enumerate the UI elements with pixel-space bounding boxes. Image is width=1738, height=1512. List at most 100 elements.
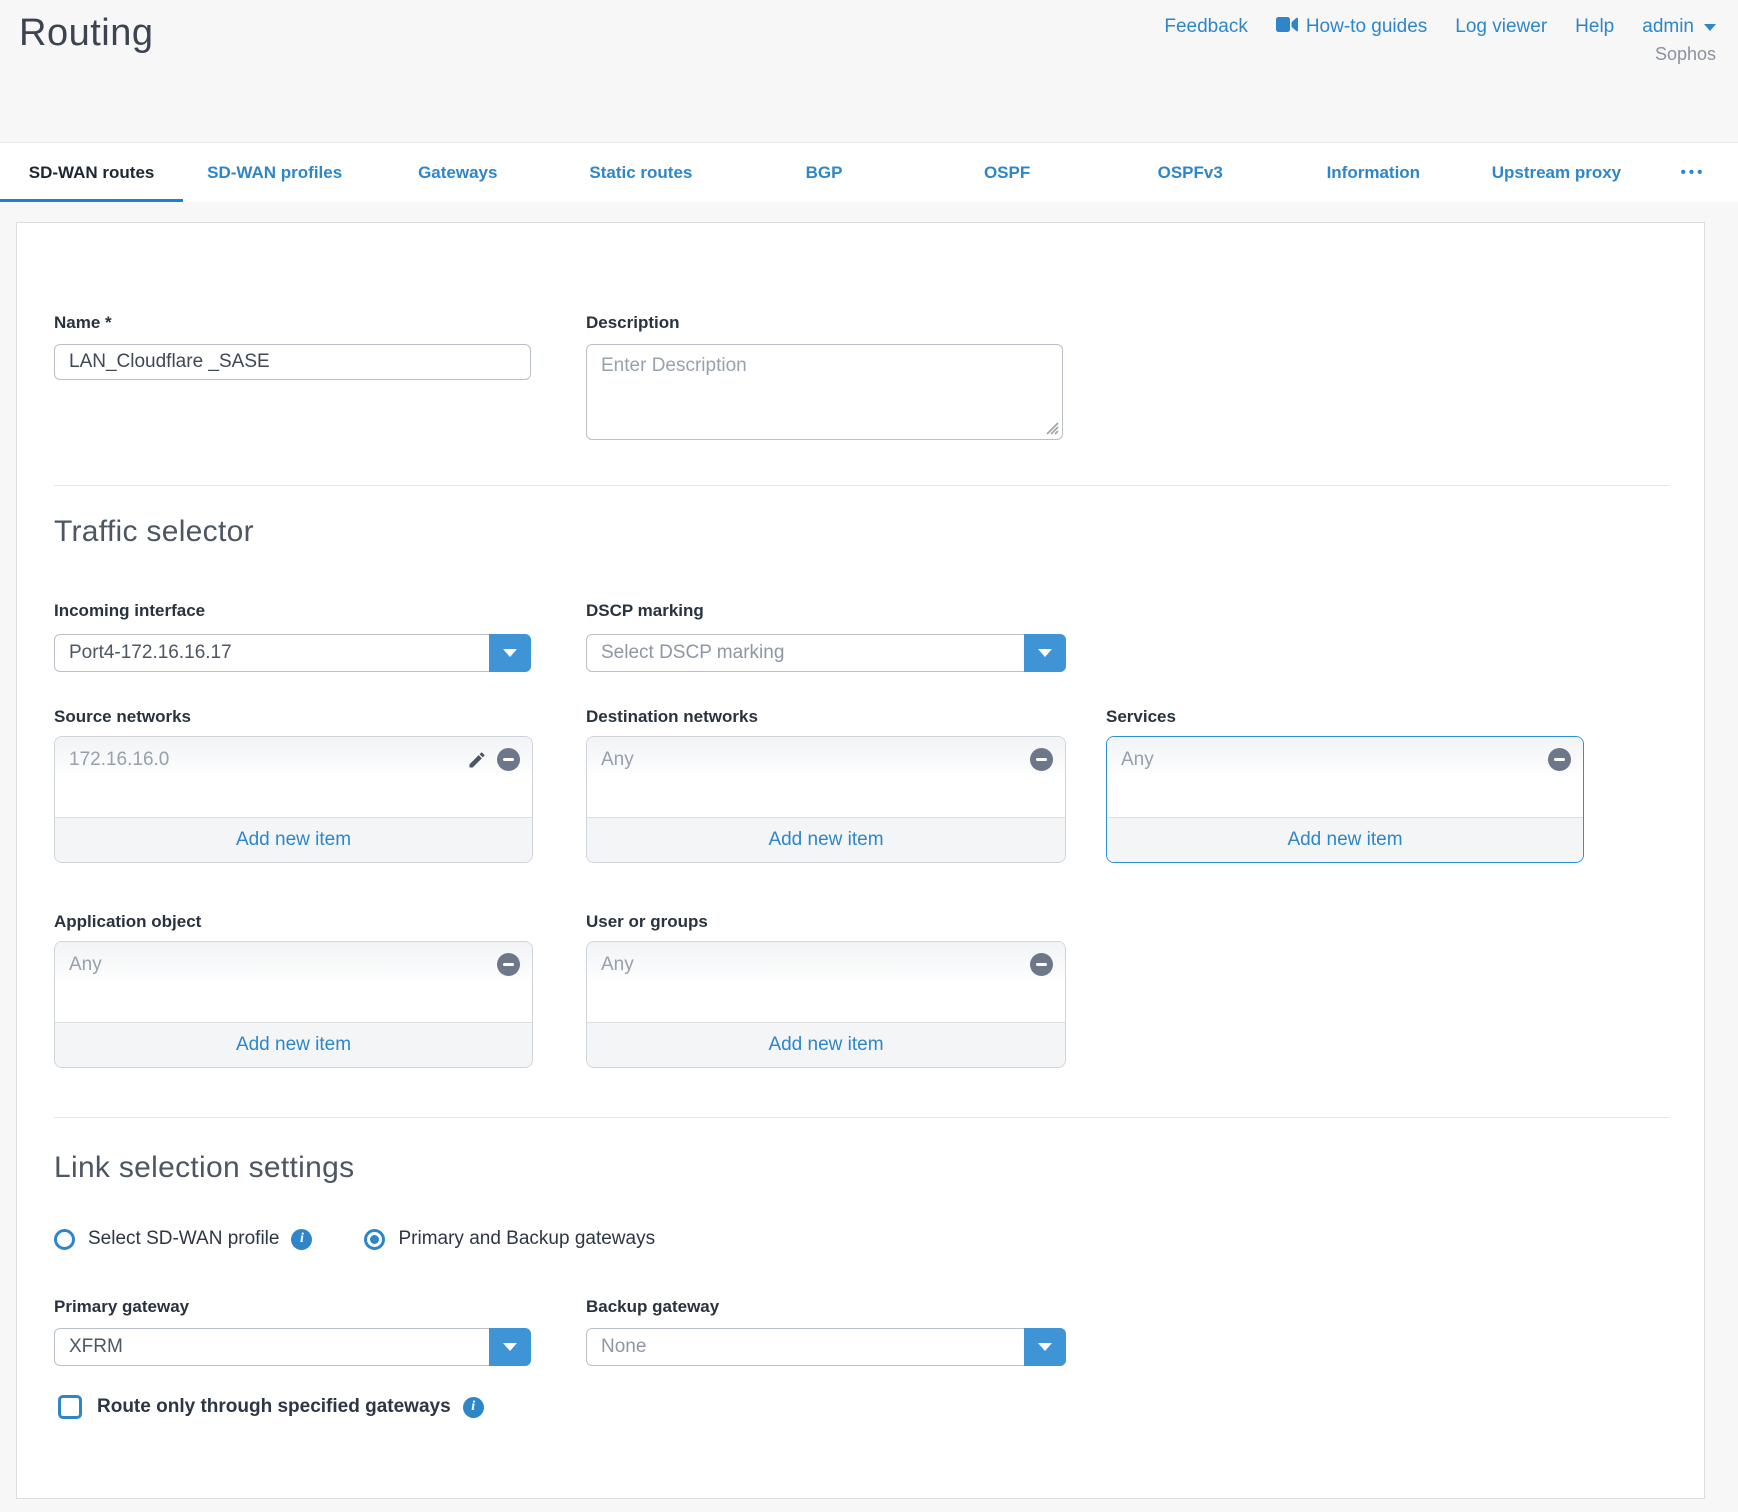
dscp-marking-placeholder: Select DSCP marking — [587, 642, 1024, 664]
log-viewer-link[interactable]: Log viewer — [1455, 16, 1547, 38]
application-object-value: Any — [69, 954, 497, 976]
section-divider — [54, 1117, 1669, 1118]
user-or-groups-value: Any — [601, 954, 1030, 976]
list-item: Any — [587, 942, 1065, 987]
item-list-empty-area — [587, 782, 1065, 817]
admin-menu[interactable]: admin — [1642, 16, 1716, 38]
backup-gateway-value: None — [587, 1336, 1024, 1358]
application-object-label: Application object — [54, 912, 201, 932]
source-networks-box: 172.16.16.0 Add new item — [54, 736, 533, 863]
services-box: Any Add new item — [1106, 736, 1584, 863]
dscp-marking-select[interactable]: Select DSCP marking — [586, 634, 1066, 672]
user-or-groups-label: User or groups — [586, 912, 708, 932]
dropdown-button[interactable] — [489, 1328, 531, 1366]
item-list-empty-area — [1107, 782, 1583, 817]
remove-item-icon[interactable] — [1030, 953, 1053, 976]
feedback-link[interactable]: Feedback — [1164, 16, 1247, 38]
source-network-value: 172.16.16.0 — [69, 749, 466, 771]
destination-network-value: Any — [601, 749, 1030, 771]
item-list-empty-area — [587, 987, 1065, 1022]
link-selection-radio-group: Select SD-WAN profile i Primary and Back… — [54, 1228, 655, 1250]
tab-bgp[interactable]: BGP — [732, 143, 915, 202]
remove-item-icon[interactable] — [1030, 748, 1053, 771]
tab-gateways[interactable]: Gateways — [366, 143, 549, 202]
incoming-interface-value: Port4-172.16.16.17 — [55, 642, 489, 664]
add-new-item-button[interactable]: Add new item — [55, 817, 532, 862]
section-divider — [54, 485, 1669, 486]
tab-ospf[interactable]: OSPF — [916, 143, 1099, 202]
page-title: Routing — [19, 12, 153, 55]
description-label: Description — [586, 313, 680, 333]
remove-item-icon[interactable] — [497, 748, 520, 771]
feedback-label: Feedback — [1164, 16, 1247, 38]
route-only-row: Route only through specified gateways i — [58, 1395, 484, 1419]
dscp-marking-label: DSCP marking — [586, 601, 704, 621]
route-only-checkbox[interactable] — [58, 1395, 82, 1419]
list-item: Any — [587, 737, 1065, 782]
list-item: 172.16.16.0 — [55, 737, 532, 782]
incoming-interface-label: Incoming interface — [54, 601, 205, 621]
description-input[interactable] — [586, 344, 1063, 440]
admin-label: admin — [1642, 16, 1694, 38]
source-networks-label: Source networks — [54, 707, 191, 727]
radio-primary-backup-gateways[interactable] — [364, 1229, 385, 1250]
howto-guides-label: How-to guides — [1306, 16, 1427, 38]
primary-gateway-value: XFRM — [55, 1336, 489, 1358]
tabs-more-button[interactable]: ••• — [1648, 143, 1738, 202]
tab-static-routes[interactable]: Static routes — [549, 143, 732, 202]
incoming-interface-select[interactable]: Port4-172.16.16.17 — [54, 634, 531, 672]
tab-sdwan-routes[interactable]: SD-WAN routes — [0, 143, 183, 202]
tab-upstream-proxy[interactable]: Upstream proxy — [1465, 143, 1648, 202]
name-label: Name * — [54, 313, 112, 333]
radio-sdwan-profile[interactable] — [54, 1229, 75, 1250]
triangle-down-icon — [503, 1343, 517, 1351]
tab-sdwan-profiles[interactable]: SD-WAN profiles — [183, 143, 366, 202]
user-or-groups-box: Any Add new item — [586, 941, 1066, 1068]
remove-item-icon[interactable] — [1548, 748, 1571, 771]
list-item: Any — [55, 942, 532, 987]
name-input[interactable] — [54, 344, 531, 380]
radio-primary-backup-label: Primary and Backup gateways — [398, 1228, 655, 1250]
add-new-item-button[interactable]: Add new item — [587, 817, 1065, 862]
radio-sdwan-profile-label: Select SD-WAN profile — [88, 1228, 279, 1250]
primary-gateway-select[interactable]: XFRM — [54, 1328, 531, 1366]
top-nav: Feedback How-to guides Log viewer Help a… — [1164, 16, 1716, 38]
destination-networks-box: Any Add new item — [586, 736, 1066, 863]
help-label: Help — [1575, 16, 1614, 38]
services-label: Services — [1106, 707, 1176, 727]
dropdown-button[interactable] — [1024, 634, 1066, 672]
tab-bar: SD-WAN routes SD-WAN profiles Gateways S… — [0, 142, 1738, 202]
link-selection-heading: Link selection settings — [54, 1151, 354, 1185]
dropdown-button[interactable] — [1024, 1328, 1066, 1366]
sdwan-route-form-card: Name * Description Traffic selector Inco… — [16, 222, 1705, 1499]
howto-guides-link[interactable]: How-to guides — [1276, 16, 1427, 38]
destination-networks-label: Destination networks — [586, 707, 758, 727]
add-new-item-button[interactable]: Add new item — [587, 1022, 1065, 1067]
service-value: Any — [1121, 749, 1548, 771]
brand-label: Sophos — [1655, 44, 1716, 65]
item-list-empty-area — [55, 782, 532, 817]
remove-item-icon[interactable] — [497, 953, 520, 976]
dropdown-button[interactable] — [489, 634, 531, 672]
traffic-selector-heading: Traffic selector — [54, 515, 254, 549]
backup-gateway-select[interactable]: None — [586, 1328, 1066, 1366]
triangle-down-icon — [503, 649, 517, 657]
backup-gateway-label: Backup gateway — [586, 1297, 719, 1317]
item-list-empty-area — [55, 987, 532, 1022]
edit-icon[interactable] — [466, 749, 488, 771]
application-object-box: Any Add new item — [54, 941, 533, 1068]
triangle-down-icon — [1038, 1343, 1052, 1351]
chevron-down-icon — [1704, 24, 1716, 31]
help-link[interactable]: Help — [1575, 16, 1614, 38]
add-new-item-button[interactable]: Add new item — [1107, 817, 1583, 862]
add-new-item-button[interactable]: Add new item — [55, 1022, 532, 1067]
log-viewer-label: Log viewer — [1455, 16, 1547, 38]
triangle-down-icon — [1038, 649, 1052, 657]
video-camera-icon — [1276, 16, 1298, 38]
info-icon[interactable]: i — [291, 1229, 312, 1250]
list-item: Any — [1107, 737, 1583, 782]
tab-ospfv3[interactable]: OSPFv3 — [1099, 143, 1282, 202]
info-icon[interactable]: i — [463, 1397, 484, 1418]
primary-gateway-label: Primary gateway — [54, 1297, 189, 1317]
tab-information[interactable]: Information — [1282, 143, 1465, 202]
